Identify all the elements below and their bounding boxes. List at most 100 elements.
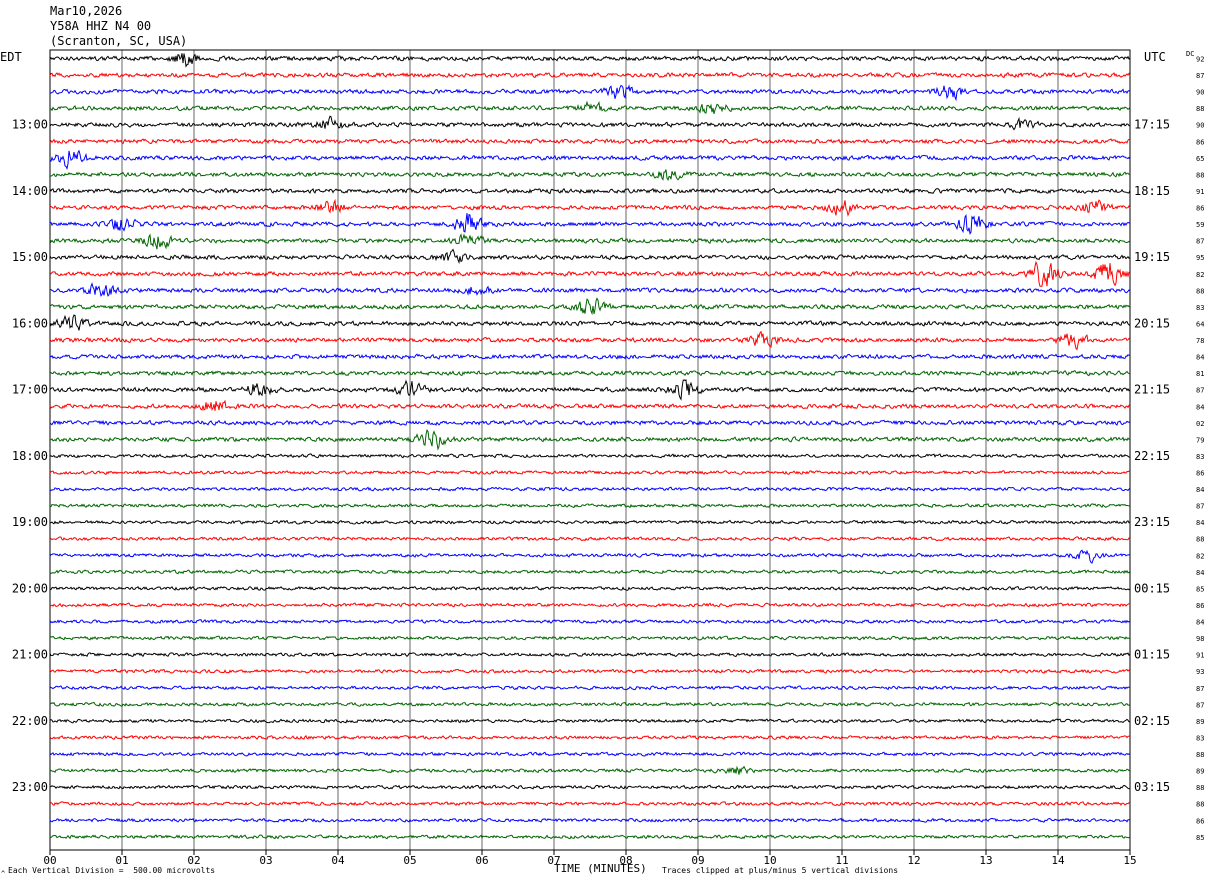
dc-offset-label: 87 [1196,701,1204,709]
seismic-trace [49,834,1131,840]
edt-hour-label: 13:00 [12,118,48,132]
dc-offset-label: 85 [1196,585,1204,593]
dc-offset-label: 84 [1196,403,1204,411]
dc-offset-label: 88 [1196,784,1204,792]
dc-offset-label: 84 [1196,569,1204,577]
dc-offset-label: 86 [1196,205,1204,213]
edt-hour-label: 15:00 [12,250,48,264]
dc-offset-label: 81 [1196,370,1204,378]
seismic-trace [49,635,1131,641]
seismic-trace [49,519,1131,525]
seismic-trace [49,72,1131,79]
seismic-trace [49,801,1131,807]
helicorder-plot: 00 01 02 03 04 05 06 07 08 09 10 11 12 13 14 1592879088… [12,49,1205,868]
dc-offset-label: 92 [1196,56,1204,64]
seismic-trace [49,701,1131,707]
dc-offset-label: 86 [1196,138,1204,146]
dc-offset-label: 88 [1196,801,1204,809]
dc-offset-label: 83 [1196,453,1204,461]
seismic-trace [49,187,1131,195]
dc-offset-label: 86 [1196,817,1204,825]
utc-hour-label: 23:15 [1134,515,1170,529]
utc-hour-label: 02:15 [1134,714,1170,728]
dc-offset-label: 88 [1196,536,1204,544]
seismic-trace [49,84,1131,102]
seismic-trace [49,734,1131,740]
seismic-trace [49,817,1131,823]
dc-offset-label: 59 [1196,221,1204,229]
dc-offset-label: 83 [1196,734,1204,742]
seismic-traces [49,53,1131,840]
dc-offset-label: 91 [1196,188,1204,196]
vertical-division-note: Each Vertical Division = 500.00 microvol… [8,866,216,875]
dc-offset-label: 86 [1196,602,1204,610]
dc-offset-label: 85 [1196,834,1204,842]
dc-offset-label: 79 [1196,436,1204,444]
x-tick-label: 05 [403,854,416,867]
x-tick-label: 13 [979,854,992,867]
dc-offset-label: 98 [1196,635,1204,643]
plot-frame [49,49,1131,851]
seismic-trace [49,419,1131,426]
utc-hour-label: 01:15 [1134,648,1170,662]
seismic-trace [49,718,1131,724]
utc-hour-label: 20:15 [1134,316,1170,330]
dc-offset-label: 84 [1196,354,1204,362]
seismic-trace [49,233,1131,250]
dc-offset-label: 86 [1196,470,1204,478]
utc-hour-label: 19:15 [1134,250,1170,264]
dc-offset-label: 87 [1196,503,1204,511]
edt-hour-label: 16:00 [12,316,48,330]
seismic-trace [49,282,1131,297]
dc-offset-label: 89 [1196,718,1204,726]
seismic-trace [49,399,1131,411]
seismic-trace [49,503,1131,509]
dc-offset-label: 82 [1196,552,1204,560]
dc-offset-label: 84 [1196,519,1204,527]
seismic-trace [49,198,1131,217]
corner-mark: ^ [1,870,6,878]
seismic-trace [49,379,1131,401]
seismic-trace [49,685,1131,691]
dc-offset-label: 88 [1196,287,1204,295]
dc-offset-label: 87 [1196,387,1204,395]
dc-offset-label: 84 [1196,486,1204,494]
seismic-trace [49,569,1131,575]
seismic-trace [49,100,1131,115]
clipping-note: Traces clipped at plus/minus 5 vertical … [662,866,899,875]
dc-offset-label: 91 [1196,652,1204,660]
edt-hour-label: 21:00 [12,648,48,662]
dc-offset-label: 65 [1196,155,1204,163]
seismic-trace [49,149,1131,170]
seismic-trace [49,585,1131,591]
seismic-trace [49,453,1131,459]
axis-labels: 00 01 02 03 04 05 06 07 08 09 10 11 12 13 14 1592879088… [12,56,1205,868]
dc-offset-label: 87 [1196,685,1204,693]
utc-hour-label: 00:15 [1134,581,1170,595]
dc-offset-label: 88 [1196,105,1204,113]
seismic-trace [49,784,1131,790]
x-tick-label: 03 [259,854,272,867]
seismic-trace [49,314,1131,331]
dc-offset-label: 90 [1196,122,1204,130]
seismic-trace [49,213,1131,235]
utc-hour-label: 21:15 [1134,383,1170,397]
seismic-trace [49,429,1131,451]
edt-hour-label: 23:00 [12,780,48,794]
utc-hour-label: 17:15 [1134,118,1170,132]
x-tick-label: 15 [1123,854,1136,867]
utc-hour-label: 03:15 [1134,780,1170,794]
dc-offset-label: 87 [1196,72,1204,80]
plot-grid [49,49,1131,855]
dc-offset-label: 89 [1196,768,1204,776]
utc-hour-label: 18:15 [1134,184,1170,198]
dc-offset-label: 78 [1196,337,1204,345]
seismic-trace [49,138,1131,145]
dc-offset-label: 83 [1196,304,1204,312]
seismic-trace [49,549,1131,564]
seismic-trace [49,470,1131,475]
x-tick-label: 06 [475,854,488,867]
seismic-trace [49,260,1131,287]
dc-offset-label: 90 [1196,89,1204,97]
edt-hour-label: 19:00 [12,515,48,529]
